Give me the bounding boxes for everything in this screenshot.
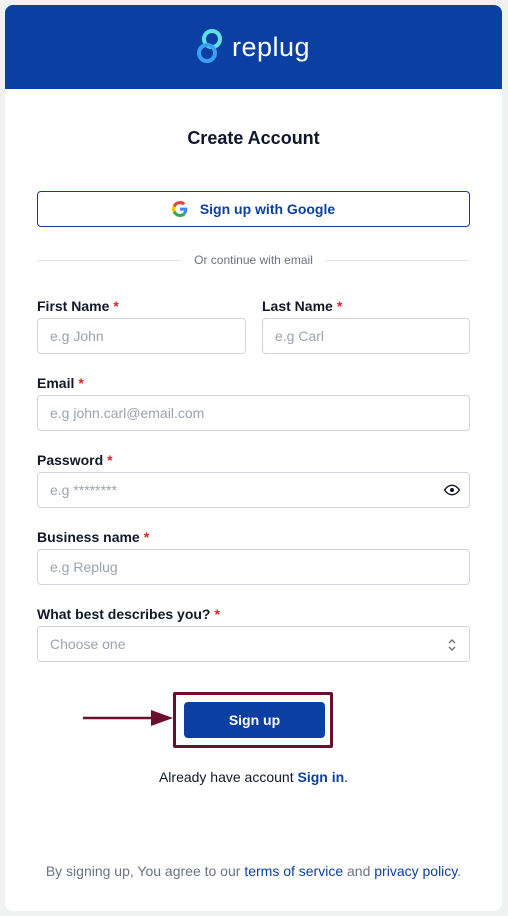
replug-logo-icon: [196, 29, 222, 63]
last-name-label: Last Name *: [262, 298, 342, 314]
terms-prefix: By signing up, You agree to our: [45, 863, 245, 879]
password-label-text: Password: [37, 452, 104, 468]
required-mark: *: [214, 606, 220, 622]
password-input[interactable]: [37, 472, 470, 508]
email-label: Email *: [37, 375, 84, 391]
first-name-label-text: First Name: [37, 298, 110, 314]
annotation-arrow-icon: [83, 710, 173, 726]
describe-label-text: What best describes you?: [37, 606, 211, 622]
google-icon: [171, 201, 188, 217]
email-input[interactable]: [37, 395, 470, 431]
required-mark: *: [143, 529, 150, 545]
required-mark: *: [78, 375, 84, 391]
describe-select-value: Choose one: [50, 636, 126, 652]
divider-text: Or continue with email: [194, 253, 313, 267]
google-signup-label: Sign up with Google: [199, 201, 336, 217]
required-mark: *: [336, 298, 343, 314]
required-mark: *: [107, 452, 113, 468]
required-mark: *: [113, 298, 119, 314]
password-label: Password *: [37, 452, 113, 468]
first-name-input[interactable]: [37, 318, 246, 354]
divider-line-left: [37, 259, 183, 261]
privacy-policy-link[interactable]: privacy policy: [374, 863, 457, 879]
business-name-input[interactable]: [37, 549, 470, 585]
email-label-text: Email: [37, 375, 75, 391]
first-name-label: First Name *: [37, 298, 119, 314]
business-name-label-text: Business name: [37, 529, 140, 545]
signup-card: replug Create Account Sign up with Googl…: [5, 5, 502, 911]
signin-suffix: .: [344, 769, 349, 785]
business-name-label: Business name *: [37, 529, 149, 545]
last-name-label-text: Last Name: [262, 298, 333, 314]
describe-select[interactable]: Choose one: [37, 626, 470, 662]
divider-line-right: [324, 259, 470, 261]
last-name-input[interactable]: [262, 318, 470, 354]
page-title: Create Account: [187, 128, 320, 148]
describe-label: What best describes you? *: [37, 606, 220, 622]
sign-in-link[interactable]: Sign in: [297, 769, 344, 785]
header: replug: [5, 5, 502, 89]
terms-notice: By signing up, You agree to our terms of…: [5, 863, 502, 879]
terms-and: and: [343, 863, 375, 879]
chevron-up-down-icon: [448, 639, 456, 651]
sign-up-button[interactable]: Sign up: [184, 702, 325, 738]
google-signup-button[interactable]: Sign up with Google: [37, 191, 470, 227]
signin-prefix: Already have account: [158, 769, 298, 785]
terms-of-service-link[interactable]: terms of service: [244, 863, 343, 879]
brand-name: replug: [231, 31, 311, 62]
email-divider: Or continue with email: [37, 253, 470, 267]
eye-icon[interactable]: [444, 482, 460, 498]
signin-prompt: Already have account Sign in.: [5, 769, 502, 785]
terms-suffix: .: [457, 863, 462, 879]
